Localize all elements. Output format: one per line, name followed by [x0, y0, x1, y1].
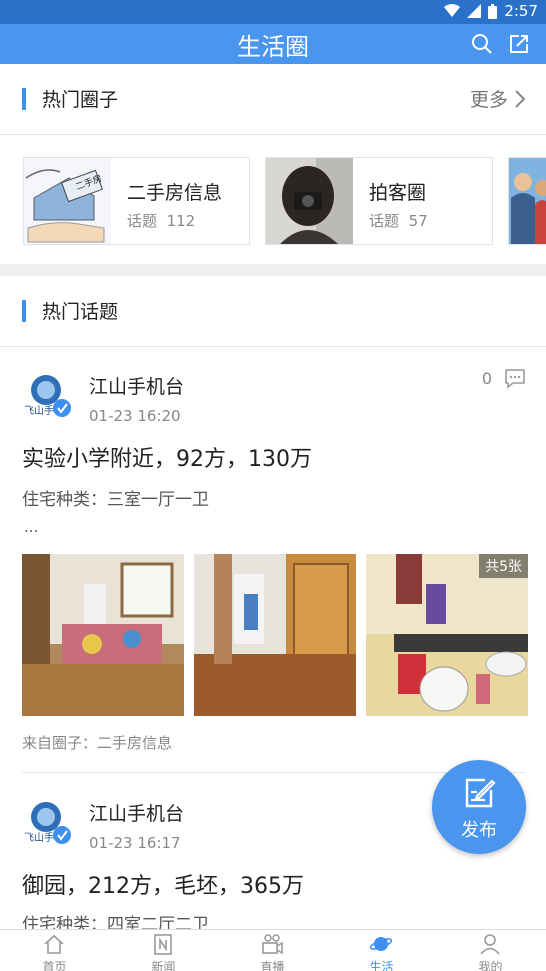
post-source-circle[interactable]: 来自圈子：二手房信息 — [22, 732, 172, 753]
post-title: 实验小学附近，92方，130万 — [22, 447, 312, 472]
topic-label: 话题 — [127, 212, 158, 230]
tab-news[interactable]: 新闻 — [109, 930, 218, 971]
tab-label: 首页 — [42, 960, 67, 971]
post-photo[interactable]: 共5张 — [366, 554, 528, 716]
topic-count: 57 — [408, 212, 428, 230]
more-link[interactable]: 更多 — [470, 85, 526, 112]
app-bar: 生活圈 — [0, 24, 546, 64]
share-icon[interactable] — [507, 32, 531, 56]
more-label: 更多 — [469, 89, 508, 111]
comment-button[interactable]: 0 — [482, 367, 526, 389]
person-icon — [480, 934, 500, 955]
avatar: 飞山手 — [24, 802, 71, 844]
post-author: 江山手机台 — [89, 803, 185, 825]
chevron-right-icon — [515, 89, 526, 108]
tab-label: 我的 — [478, 960, 503, 971]
search-icon[interactable] — [470, 32, 494, 56]
wifi-icon — [444, 4, 461, 17]
circle-topic-meta: 话题 112 — [127, 210, 195, 231]
hot-circles-header: 热门圈子 更多 — [0, 64, 546, 134]
live-icon — [262, 934, 283, 955]
post-subtitle: 住宅种类：三室一厅一卫 — [22, 490, 209, 510]
status-bar: 2:57 — [0, 0, 546, 24]
home-icon — [44, 934, 64, 954]
post-photo[interactable] — [22, 554, 184, 716]
status-time: 2:57 — [504, 2, 538, 20]
post-author: 江山手机台 — [89, 376, 185, 398]
divider — [0, 346, 546, 347]
topic-label: 话题 — [369, 212, 400, 230]
battery-icon — [488, 3, 498, 19]
tab-live[interactable]: 直播 — [218, 930, 327, 971]
circle-topic-meta: 话题 57 — [369, 210, 428, 231]
bottom-tab-bar: 首页 新闻 直播 生活 我的 — [0, 929, 546, 971]
avatar-text: 飞山手 — [24, 404, 54, 417]
avatar: 飞山手 — [24, 375, 71, 417]
post-ellipsis: ... — [24, 518, 39, 536]
circle-thumbnail — [266, 158, 353, 244]
comment-count: 0 — [481, 368, 492, 388]
publish-button[interactable]: 发布 — [432, 760, 526, 854]
circle-name: 二手房信息 — [127, 182, 223, 204]
hot-topics-header: 热门话题 — [0, 276, 546, 346]
post-title: 御园，212方，毛坯，365万 — [22, 874, 304, 899]
tab-label: 生活 — [369, 960, 394, 971]
edit-icon — [465, 778, 496, 808]
tab-life[interactable]: 生活 — [327, 930, 436, 971]
tab-me[interactable]: 我的 — [436, 930, 545, 971]
hot-topics-title: 热门话题 — [42, 301, 119, 323]
post-time: 01-23 16:20 — [89, 407, 181, 425]
circle-thumbnail: 二手房 — [24, 158, 111, 244]
section-separator — [0, 264, 546, 276]
tab-label: 直播 — [260, 960, 285, 971]
post-time: 01-23 16:17 — [89, 834, 181, 852]
planet-icon — [370, 937, 392, 951]
section-accent-bar — [22, 300, 26, 322]
news-icon — [154, 934, 172, 955]
avatar-text: 飞山手 — [24, 831, 54, 844]
divider — [0, 134, 546, 135]
circle-card-photographer[interactable]: 拍客圈 话题 57 — [265, 157, 493, 245]
circle-name: 拍客圈 — [369, 182, 427, 204]
section-accent-bar — [22, 88, 26, 110]
comment-icon — [505, 369, 525, 389]
topic-count: 112 — [166, 212, 196, 230]
photo-count-badge: 共5张 — [479, 554, 528, 578]
tab-home[interactable]: 首页 — [0, 930, 109, 971]
circle-thumbnail — [509, 158, 546, 244]
hot-circles-title: 热门圈子 — [42, 89, 119, 111]
post-photo[interactable] — [194, 554, 356, 716]
page-title: 生活圈 — [237, 33, 309, 61]
publish-label: 发布 — [461, 820, 497, 841]
circle-card-secondhand-house[interactable]: 二手房 二手房信息 话题 112 — [23, 157, 250, 245]
tab-label: 新闻 — [151, 960, 176, 971]
signal-icon — [467, 4, 482, 18]
circle-card-partial[interactable] — [508, 157, 546, 245]
